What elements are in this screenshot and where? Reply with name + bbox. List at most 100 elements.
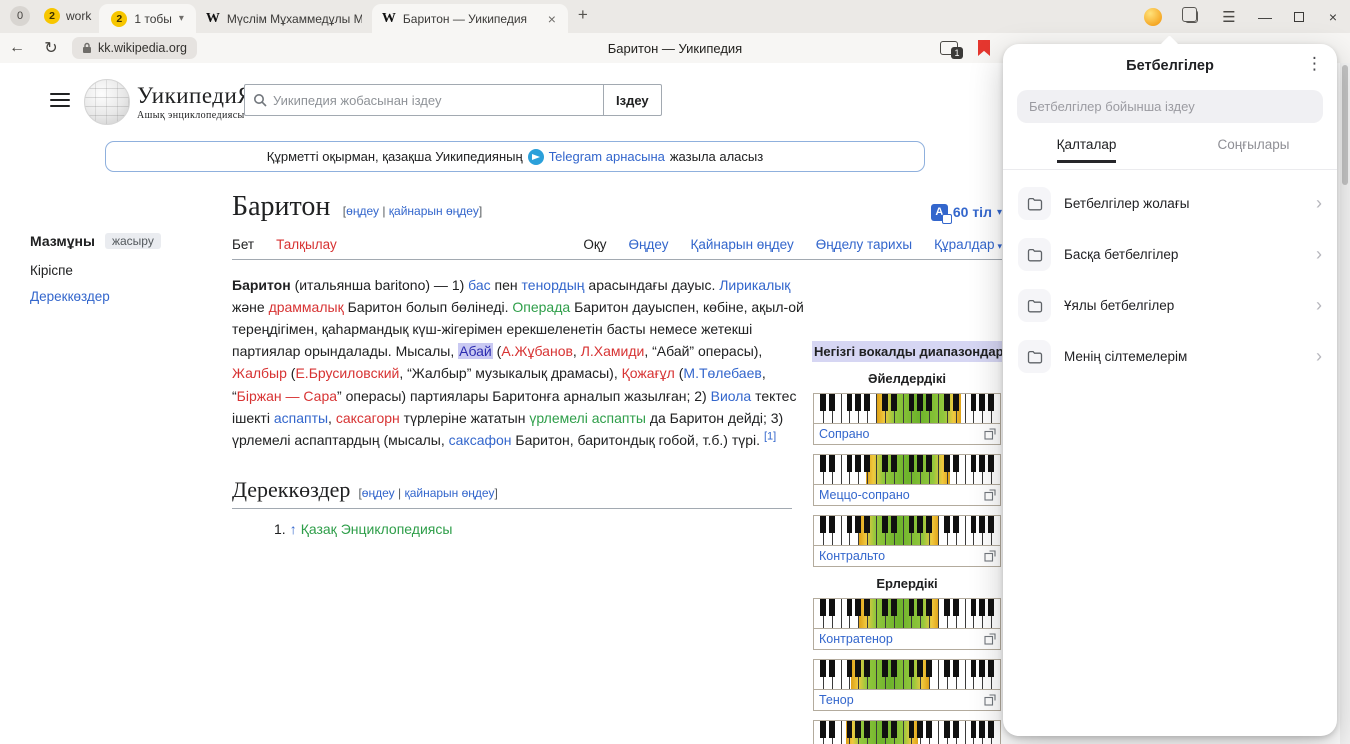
piano-keyboard-image[interactable] xyxy=(814,660,1000,690)
article-link[interactable]: Абай xyxy=(458,343,493,359)
url-text: kk.wikipedia.org xyxy=(98,41,187,55)
wiki-search-button[interactable]: Іздеу xyxy=(604,84,662,116)
wikipedia-wordmark[interactable]: УикипедиЯ Ашық энциклопедиясы xyxy=(137,83,253,121)
article-link[interactable]: Виола xyxy=(711,388,752,404)
article-link[interactable]: саксафон xyxy=(449,432,512,448)
article-link[interactable]: А.Жұбанов xyxy=(501,343,573,359)
article-text: ” операсы) партиялары Баритонға арналып … xyxy=(337,388,711,404)
article-link[interactable]: саксагорн xyxy=(336,410,400,426)
bookmarks-tabs: ҚалталарСоңғылары xyxy=(1003,137,1337,170)
language-selector[interactable]: A 60 тіл ▾ xyxy=(931,204,1002,221)
tab-group-1toby[interactable]: 2 1 тобы ▾ xyxy=(99,4,196,33)
piano-keyboard-image[interactable] xyxy=(814,455,1000,485)
bookmarks-tab[interactable]: Қалталар xyxy=(1003,137,1170,169)
expand-icon[interactable] xyxy=(984,489,996,501)
bookmarks-search[interactable] xyxy=(1017,90,1323,123)
tab-preview-icon[interactable]: 1 xyxy=(940,41,958,55)
tab-group-badge-0[interactable]: 0 xyxy=(10,6,30,26)
main-menu-icon[interactable] xyxy=(50,93,70,107)
piano-keyboard-image[interactable] xyxy=(814,721,1000,744)
edit-link[interactable]: өңдеу xyxy=(346,204,379,218)
page-tab[interactable]: Қайнарын өңдеу xyxy=(690,237,793,252)
page-tab[interactable]: Өңдеу xyxy=(629,237,669,252)
page-tab[interactable]: Талқылау xyxy=(276,237,337,252)
voice-label[interactable]: Тенор xyxy=(819,693,854,707)
page-tab[interactable]: Бет xyxy=(232,237,254,252)
voice-label[interactable]: Сопрано xyxy=(819,427,870,441)
infobox-section: Әйелдердікі Сопрано Меццо-сопрано Контра… xyxy=(812,371,1002,567)
page-tab[interactable]: Құралдар▾ xyxy=(934,237,1002,252)
page-tab[interactable]: Оқу xyxy=(583,237,606,252)
article-text: және xyxy=(232,299,269,315)
edit-source-link[interactable]: қайнарын өңдеу xyxy=(404,486,494,500)
toc-title: Мазмұны xyxy=(30,233,95,249)
wikipedia-logo[interactable] xyxy=(84,79,130,125)
expand-icon[interactable] xyxy=(984,694,996,706)
article-link[interactable]: Біржан — Сара xyxy=(237,388,337,404)
voice-label[interactable]: Контратенор xyxy=(819,632,893,646)
piano-keyboard-image[interactable] xyxy=(814,599,1000,629)
alice-assistant-icon[interactable] xyxy=(1134,0,1172,33)
bookmark-folder-item[interactable]: Менің сілтемелерім › xyxy=(1003,331,1337,382)
article-link[interactable]: бас xyxy=(468,277,490,293)
article-link[interactable]: Қожағұл xyxy=(622,365,675,381)
article-text: Баритон болып бөлінеді. xyxy=(344,299,513,315)
bookmark-flag-icon[interactable] xyxy=(978,40,990,56)
backlink-arrow[interactable]: ↑ xyxy=(290,521,297,537)
back-icon[interactable]: ← xyxy=(0,39,34,57)
url-field[interactable]: kk.wikipedia.org xyxy=(72,37,197,59)
article-link[interactable]: [1] xyxy=(764,430,776,442)
refresh-icon[interactable]: ↻ xyxy=(34,38,68,58)
wiki-search-input[interactable] xyxy=(273,93,595,108)
bookmark-folder-item[interactable]: Ұялы бетбелгілер › xyxy=(1003,280,1337,331)
toc-item[interactable]: Дереккөздер xyxy=(30,289,210,304)
toc-list: Кіріспе Дереккөздер xyxy=(30,263,210,304)
tab-muslim[interactable]: W Мүслім Мұхаммедұлы Ма xyxy=(196,4,372,33)
article-link[interactable]: драммалық xyxy=(269,299,344,315)
piano-keyboard-image[interactable] xyxy=(814,516,1000,546)
scrollbar-thumb[interactable] xyxy=(1342,65,1348,185)
voice-label[interactable]: Контральто xyxy=(819,549,885,563)
toc-hide-button[interactable]: жасыру xyxy=(105,233,161,249)
article-link[interactable]: үрлемелі аспапты xyxy=(529,410,646,426)
bookmarks-tab[interactable]: Соңғылары xyxy=(1170,137,1337,169)
browser-menu-icon[interactable]: ☰ xyxy=(1210,0,1248,33)
article-link[interactable]: аспапты xyxy=(274,410,328,426)
bookmarks-search-input[interactable] xyxy=(1029,99,1311,114)
tab-bariton[interactable]: W Баритон — Уикипедия × xyxy=(372,4,568,33)
minimize-button[interactable]: — xyxy=(1248,0,1282,33)
expand-icon[interactable] xyxy=(984,550,996,562)
wiki-search-box[interactable] xyxy=(244,84,604,116)
article-link[interactable]: Е.Брусиловский xyxy=(295,365,399,381)
new-tab-button[interactable]: + xyxy=(578,5,588,25)
bookmark-folder-item[interactable]: Бетбелгілер жолағы › xyxy=(1003,178,1337,229)
edit-link[interactable]: өңдеу xyxy=(362,486,395,500)
expand-icon[interactable] xyxy=(984,428,996,440)
article-link[interactable]: Жалбыр xyxy=(232,365,287,381)
expand-icon[interactable] xyxy=(984,633,996,645)
article-link[interactable]: Л.Хамиди xyxy=(581,343,645,359)
page-tab[interactable]: Өңделу тарихы xyxy=(816,237,912,252)
telegram-link[interactable]: Telegram арнасына xyxy=(549,149,665,164)
panels-icon[interactable] xyxy=(1172,0,1210,33)
article-link[interactable]: М.Төлебаев xyxy=(683,365,761,381)
page-scrollbar[interactable] xyxy=(1340,63,1350,744)
tab-group-work[interactable]: 2 work xyxy=(36,4,99,28)
kebab-menu-icon[interactable]: ⋮ xyxy=(1306,54,1323,74)
voice-label[interactable]: Меццо-сопрано xyxy=(819,488,910,502)
close-tab-icon[interactable]: × xyxy=(546,11,558,27)
piano-keyboard-image[interactable] xyxy=(814,394,1000,424)
article-link[interactable]: Операда xyxy=(512,299,570,315)
bookmark-folder-item[interactable]: Басқа бетбелгілер › xyxy=(1003,229,1337,280)
wikipedia-favicon: W xyxy=(382,12,396,26)
windows-icon xyxy=(1185,10,1198,23)
toc-item[interactable]: Кіріспе xyxy=(30,263,210,278)
article-text: пен xyxy=(491,277,522,293)
maximize-button[interactable] xyxy=(1282,0,1316,33)
reference-link[interactable]: Қазақ Энциклопедиясы xyxy=(301,521,453,537)
article-link[interactable]: Лирикалық xyxy=(719,277,790,293)
edit-source-link[interactable]: қайнарын өңдеу xyxy=(389,204,479,218)
close-window-button[interactable]: × xyxy=(1316,0,1350,33)
article-link[interactable]: тенордың xyxy=(522,277,585,293)
article-text: Баритон xyxy=(232,277,291,293)
